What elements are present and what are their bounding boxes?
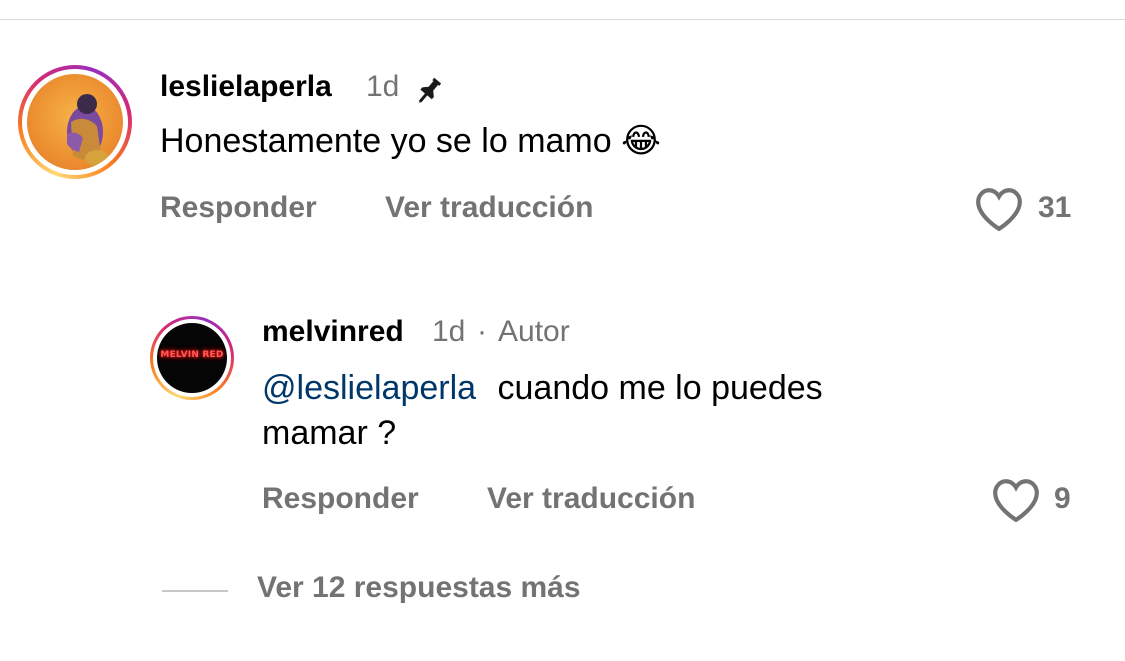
- avatar-ring-gap: [22, 69, 128, 175]
- comment-text-content: Honestamente yo se lo mamo: [160, 122, 612, 160]
- reply-like-count: 9: [1054, 482, 1071, 515]
- reply-text-content: cuando me lo puedes: [497, 369, 823, 407]
- reply-avatar[interactable]: MELVIN RED: [150, 316, 234, 400]
- comment-time: 1d: [366, 70, 400, 103]
- comment-text: Honestamente yo se lo mamo 😂: [160, 119, 661, 164]
- meta-separator: ·: [477, 315, 487, 348]
- avatar-logo-text: MELVIN RED: [160, 350, 224, 360]
- author-badge: Autor: [498, 315, 570, 348]
- view-more-replies-button[interactable]: Ver 12 respuestas más: [257, 571, 581, 605]
- heart-outline-icon[interactable]: [974, 186, 1024, 232]
- see-translation-button[interactable]: Ver traducción: [385, 191, 593, 225]
- reply-see-translation-button[interactable]: Ver traducción: [487, 482, 695, 516]
- avatar-ring-gap: MELVIN RED: [153, 319, 231, 397]
- mention-link[interactable]: @leslielaperla: [262, 369, 476, 407]
- top-divider: [0, 19, 1125, 20]
- comment-username[interactable]: leslielaperla: [160, 70, 332, 104]
- avatar-photo-image: [27, 74, 123, 170]
- reply-text-line2: mamar ?: [262, 414, 397, 452]
- replies-divider: [162, 590, 228, 592]
- comment-like-count: 31: [1038, 191, 1072, 224]
- reply-reply-button[interactable]: Responder: [262, 482, 419, 516]
- pin-icon: [419, 77, 442, 103]
- reply-heart-outline-icon[interactable]: [991, 477, 1041, 523]
- reply-time: 1d: [432, 315, 466, 348]
- laughing-emoji: 😂: [621, 121, 661, 161]
- reply-button[interactable]: Responder: [160, 191, 317, 225]
- avatar-logo: MELVIN RED: [157, 323, 227, 393]
- reply-text-line1: @leslielaperla cuando me lo puedes: [262, 366, 823, 411]
- comment-avatar[interactable]: [18, 65, 132, 179]
- reply-username[interactable]: melvinred: [262, 315, 404, 349]
- avatar-photo: [27, 74, 123, 170]
